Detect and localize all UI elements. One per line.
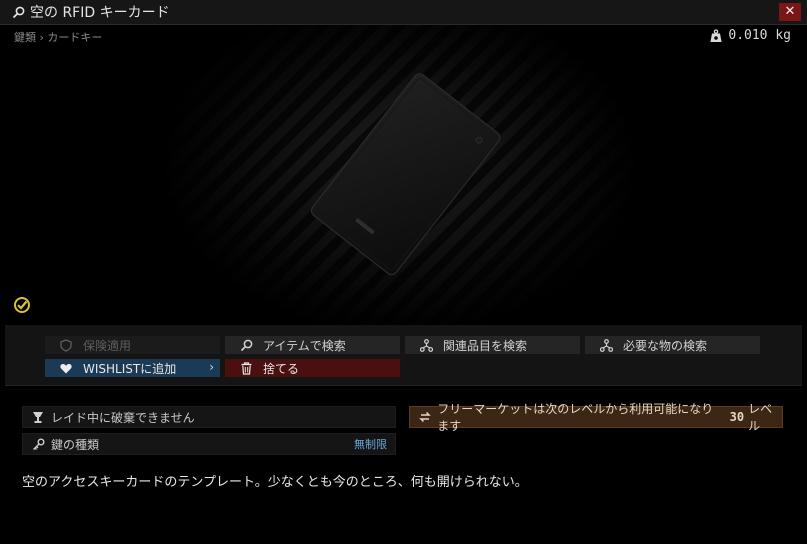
search-required-button[interactable]: 必要な物の検索 — [585, 336, 760, 354]
shield-icon — [59, 338, 73, 352]
close-button[interactable]: ✕ — [779, 3, 801, 21]
item-preview: 鍵類 › カードキー 0.010 kg — [0, 25, 807, 325]
chevron-right-icon[interactable]: › — [209, 360, 214, 374]
search-item-button[interactable]: アイテムで検索 — [225, 336, 400, 354]
weight-icon — [709, 28, 723, 43]
key-type-value: 無制限 — [354, 438, 387, 451]
raid-discard-label: レイド中に破棄できません — [51, 410, 195, 425]
flea-market-level: 30 — [729, 410, 745, 424]
weight-display: 0.010 kg — [709, 28, 791, 43]
no-discard-icon — [31, 410, 45, 424]
raid-discard-info: レイド中に破棄できません — [22, 406, 396, 428]
insurance-button: 保険適用 — [45, 336, 220, 354]
key-icon — [31, 437, 45, 451]
trash-icon — [239, 361, 253, 375]
search-related-button[interactable]: 関連品目を検索 — [405, 336, 580, 354]
window-title: 空の RFID キーカード — [30, 5, 170, 21]
keycard-image — [290, 60, 520, 290]
key-type-label: 鍵の種類 — [51, 437, 100, 452]
wishlist-label: WISHLISTに追加 — [83, 361, 177, 376]
wishlist-button[interactable]: WISHLISTに追加 › — [45, 359, 220, 377]
item-inspect-window: 空の RFID キーカード ✕ 鍵類 › カードキー 0.010 kg 保険適用… — [0, 0, 807, 544]
swap-icon — [418, 410, 431, 424]
weight-value: 0.010 kg — [728, 28, 791, 43]
discard-label: 捨てる — [263, 361, 300, 376]
breadcrumb-separator: › — [39, 31, 44, 44]
network-icon — [419, 338, 433, 352]
magnifier-icon — [10, 4, 26, 20]
check-circle-icon — [13, 296, 31, 314]
network-icon — [599, 338, 613, 352]
heart-icon — [59, 361, 73, 375]
flea-market-level-unit: レベル — [748, 402, 773, 433]
action-panel: 保険適用 アイテムで検索 関連品目を検索 必要な物の検索 WISHLISTに追加 — [5, 325, 802, 386]
search-item-label: アイテムで検索 — [263, 338, 346, 353]
search-required-label: 必要な物の検索 — [623, 338, 708, 353]
insurance-label: 保険適用 — [83, 338, 132, 353]
breadcrumb-subcategory[interactable]: カードキー — [47, 31, 102, 44]
title-bar[interactable]: 空の RFID キーカード ✕ — [0, 0, 807, 25]
magnifier-icon — [239, 338, 253, 352]
flea-market-text: フリーマーケットは次のレベルから利用可能になります — [437, 402, 714, 433]
flea-market-info: フリーマーケットは次のレベルから利用可能になります 30 レベル — [409, 402, 783, 433]
discard-button[interactable]: 捨てる — [225, 359, 400, 377]
breadcrumb: 鍵類 › カードキー — [14, 29, 102, 45]
key-type-info: 鍵の種類 無制限 — [22, 433, 396, 455]
breadcrumb-category[interactable]: 鍵類 — [14, 31, 36, 44]
search-related-label: 関連品目を検索 — [443, 338, 528, 353]
item-description: 空のアクセスキーカードのテンプレート。少なくとも今のところ、何も開けられない。 — [22, 475, 528, 490]
